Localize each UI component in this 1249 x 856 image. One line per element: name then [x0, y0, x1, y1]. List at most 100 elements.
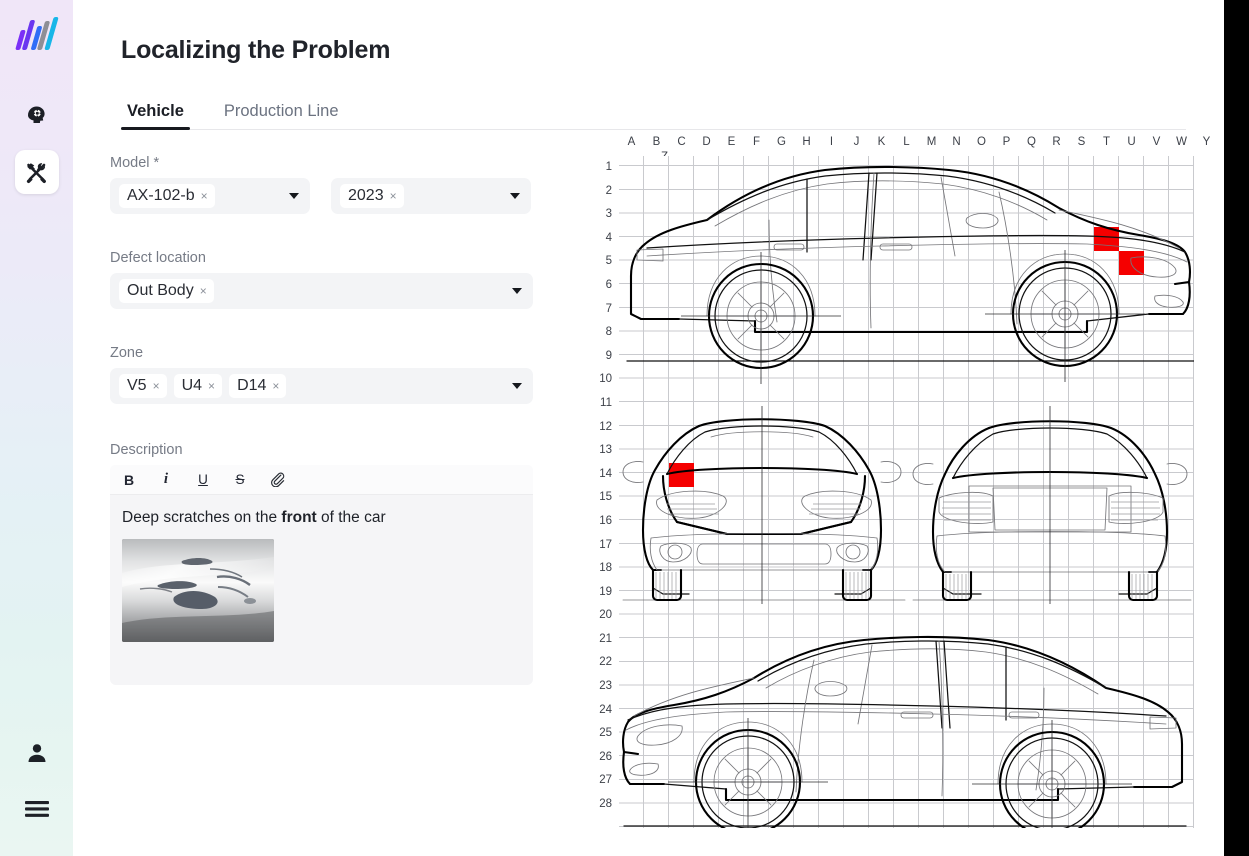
grid-column-header: G [777, 136, 786, 148]
grid-column-header: L [903, 136, 910, 148]
model-chip-remove-icon[interactable]: × [201, 190, 208, 202]
defect-form: Model * AX-102-b × 2023 × Defect locatio… [110, 155, 570, 685]
grid-row-header: 17 [599, 538, 612, 551]
zone-label: Zone [110, 345, 144, 361]
sidebar-bottom [20, 736, 54, 826]
zone-chip[interactable]: U4 × [173, 374, 223, 398]
app-logo[interactable] [14, 14, 60, 54]
tab-production-line[interactable]: Production Line [218, 101, 345, 129]
rear-wheel [681, 252, 841, 384]
year-chevron-down-icon[interactable] [510, 193, 520, 199]
grid-column-header: O [977, 136, 986, 148]
attachment-button[interactable] [268, 471, 286, 489]
sidebar-item-tools[interactable] [14, 150, 59, 194]
zone-chip-remove-icon[interactable]: × [208, 380, 215, 392]
grid-row-header: 14 [599, 467, 612, 480]
underline-button[interactable]: U [194, 471, 212, 489]
grid-column-headers: ABCDEFGHIJKLMNOPQRSTUVWY [619, 136, 1219, 152]
model-chevron-down-icon[interactable] [289, 193, 299, 199]
right-edge-band [1224, 0, 1249, 856]
grid-row-header: 28 [599, 798, 612, 811]
zone-select[interactable]: V5 × U4 × D14 × [110, 368, 533, 404]
grid-column-header: V [1152, 136, 1161, 148]
grid-column-header: H [802, 136, 811, 148]
zone-chip[interactable]: D14 × [229, 374, 287, 398]
defect-location-select[interactable]: Out Body × [110, 273, 533, 309]
grid-row-header: 24 [599, 703, 612, 716]
user-icon [28, 744, 45, 762]
grid-column-header: F [752, 136, 761, 148]
grid-column-header: T [1102, 136, 1111, 148]
zone-chip-remove-icon[interactable]: × [272, 380, 279, 392]
zone-chip[interactable]: V5 × [119, 374, 167, 398]
grid-column-header: D [702, 136, 711, 148]
grid-column-header: C [677, 136, 686, 148]
sidebar-item-ai-assistant[interactable] [15, 92, 59, 136]
description-attachment-thumbnail[interactable] [122, 539, 274, 642]
grid-column-header: A [627, 136, 636, 148]
front-wheel [985, 250, 1145, 382]
sidebar-nav [14, 92, 59, 194]
zone-chip-label: D14 [237, 377, 267, 394]
grid-column-header: N [952, 136, 961, 148]
grid-row-headers: 1 2 3 4 5 6 7 8 9 10 11 12 13 14 15 16 17 18 19 20 21 22 23 24 2… [582, 156, 616, 817]
grid-row-header: 19 [599, 585, 612, 598]
defect-location-chip[interactable]: Out Body × [119, 279, 214, 303]
defect-location-chevron-down-icon[interactable] [512, 288, 522, 294]
model-chip[interactable]: AX-102-b × [119, 184, 215, 208]
grid-column-header: B [652, 136, 661, 148]
italic-button[interactable]: i [157, 471, 175, 489]
grid-column-header: P [1002, 136, 1011, 148]
defect-location-label: Defect location [110, 250, 206, 266]
description-body[interactable]: Deep scratches on the front of the car [110, 495, 533, 685]
grid-row-header: 6 [605, 278, 612, 291]
tab-vehicle[interactable]: Vehicle [121, 101, 190, 130]
grid-row-header: 1 [605, 161, 612, 173]
page-title: Localizing the Problem [121, 36, 391, 64]
grid-column-header: R [1052, 136, 1061, 148]
strikethrough-button[interactable]: S [231, 471, 249, 489]
grid-column-header: Y [1202, 136, 1211, 148]
year-chip[interactable]: 2023 × [340, 184, 404, 208]
year-chip-label: 2023 [348, 187, 384, 204]
grid-column-header: K [877, 136, 886, 148]
grid-row-header: 18 [599, 562, 612, 575]
defect-location-chip-remove-icon[interactable]: × [200, 285, 207, 297]
grid-row-header: 16 [599, 514, 612, 527]
grid-column-header: I [829, 136, 834, 148]
model-label: Model * [110, 155, 160, 171]
grid-row-header: 3 [605, 208, 612, 221]
year-chip-remove-icon[interactable]: × [390, 190, 397, 202]
grid-column-header: U [1127, 136, 1136, 148]
grid-row-header: 4 [605, 231, 612, 244]
grid-canvas[interactable] [619, 156, 1194, 828]
paperclip-icon [270, 472, 284, 487]
sidebar [0, 0, 73, 856]
sidebar-item-menu[interactable] [20, 792, 54, 826]
description-text-bold: front [281, 509, 317, 526]
grid-row-header: 20 [599, 609, 612, 622]
grid-column-header: W [1176, 136, 1187, 148]
grid-row-header: 12 [599, 420, 612, 433]
front-view-drawing [622, 406, 906, 604]
bold-button[interactable]: B [120, 471, 138, 489]
model-select[interactable]: AX-102-b × [110, 178, 310, 214]
scratched-panel-photo [122, 539, 274, 642]
rear-view-drawing [912, 406, 1192, 604]
grid-row-header: 15 [599, 491, 612, 504]
year-select[interactable]: 2023 × [331, 178, 531, 214]
grid-row-header: 22 [599, 656, 612, 669]
zone-chevron-down-icon[interactable] [512, 383, 522, 389]
description-text-after: of the car [316, 509, 386, 526]
sidebar-item-account[interactable] [20, 736, 54, 770]
grid-column-header: Q [1027, 136, 1036, 148]
grid-row-header: 8 [605, 326, 612, 339]
zone-chip-label: U4 [181, 377, 203, 394]
zone-chip-remove-icon[interactable]: × [153, 380, 160, 392]
grid-row-header: 10 [599, 373, 612, 386]
grid-row-header: 26 [599, 750, 612, 763]
grid-row-header: 9 [605, 349, 612, 362]
grid-row-header: 27 [599, 774, 612, 787]
grid-row-header: 2 [605, 184, 612, 197]
description-text: Deep scratches on the front of the car [122, 509, 521, 527]
